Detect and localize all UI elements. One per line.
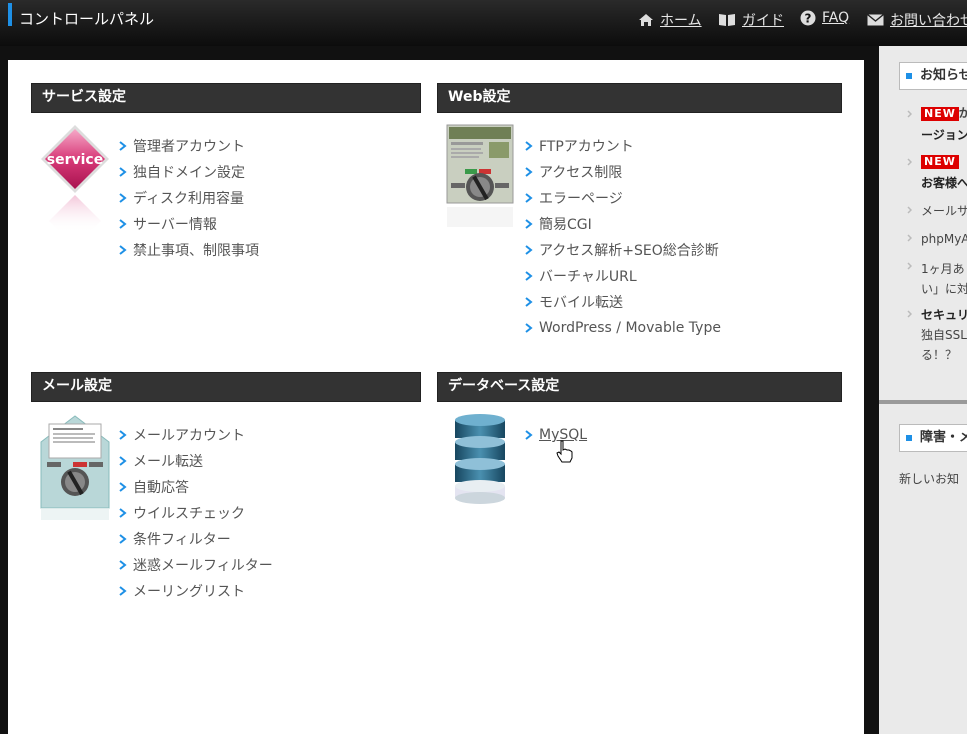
top-bar: コントロールパネル ホーム ガイド ? FAQ お問い合わせ <box>0 0 967 46</box>
chevron-right-icon <box>525 245 533 255</box>
chevron-right-icon <box>525 271 533 281</box>
nav-home-link[interactable]: ホーム <box>638 10 702 30</box>
link-condition-filter[interactable]: 条件フィルター <box>119 526 273 552</box>
section-database: データベース設定 MySQL <box>437 372 842 504</box>
chevron-right-icon <box>119 586 127 596</box>
news-item-5-line2[interactable]: い」に対 <box>921 280 967 297</box>
right-sidebar: お知らせ NEWが ージョン NEW 【 お客様へ メールサ phpMyA 1ヶ… <box>879 46 967 734</box>
chevron-right-icon <box>119 534 127 544</box>
link-virtual-url[interactable]: バーチャルURL <box>525 263 721 289</box>
nav-faq-link[interactable]: ? FAQ <box>800 10 849 26</box>
link-virus-check[interactable]: ウイルスチェック <box>119 500 273 526</box>
chevron-right-icon <box>119 245 127 255</box>
help-icon: ? <box>800 10 816 26</box>
chevron-right-icon <box>907 310 912 318</box>
chevron-right-icon <box>907 206 912 214</box>
chevron-right-icon <box>525 219 533 229</box>
chevron-right-icon <box>119 193 127 203</box>
hand-pointer-cursor-icon <box>556 440 573 463</box>
news-item-6-line3[interactable]: る！？ <box>921 346 957 363</box>
link-mailing-list[interactable]: メーリングリスト <box>119 578 273 604</box>
chevron-right-icon <box>119 482 127 492</box>
database-icon <box>455 414 505 504</box>
news-item-6-line2[interactable]: 独自SSL <box>921 326 967 343</box>
chevron-right-icon <box>525 193 533 203</box>
link-wordpress-movabletype[interactable]: WordPress / Movable Type <box>525 315 721 341</box>
link-auto-reply[interactable]: 自動応答 <box>119 474 273 500</box>
section-mail: メール設定 メールアカウント メール転送 自動応答 ウイルスチェック 条件フィル… <box>31 372 421 600</box>
service-diamond-icon: service <box>41 125 109 233</box>
news-item-1-line2[interactable]: ージョン <box>921 126 967 143</box>
section-header-mail: メール設定 <box>31 372 421 402</box>
web-page-icon <box>446 124 514 227</box>
link-admin-account[interactable]: 管理者アカウント <box>119 133 259 159</box>
news-heading: お知らせ <box>899 62 967 90</box>
section-header-web: Web設定 <box>437 83 842 113</box>
chevron-right-icon <box>907 158 912 166</box>
link-mail-forward[interactable]: メール転送 <box>119 448 273 474</box>
trouble-text: 新しいお知 <box>899 472 960 486</box>
news-item-2[interactable]: NEW 【 <box>921 152 967 169</box>
chevron-right-icon <box>525 167 533 177</box>
section-header-database: データベース設定 <box>437 372 842 402</box>
link-server-info[interactable]: サーバー情報 <box>119 211 259 237</box>
svg-text:service: service <box>47 152 103 168</box>
link-restrictions[interactable]: 禁止事項、制限事項 <box>119 237 259 263</box>
chevron-right-icon <box>119 430 127 440</box>
square-bullet-icon <box>906 73 912 79</box>
chevron-right-icon <box>119 219 127 229</box>
chevron-right-icon <box>907 234 912 242</box>
chevron-right-icon <box>907 110 912 118</box>
section-web: Web設定 FTPアカウント アクセス制限 エラーページ 簡易CGI アクセス解… <box>437 83 842 336</box>
chevron-right-icon <box>525 323 533 333</box>
mail-envelope-icon <box>40 415 110 520</box>
sidebar-divider <box>879 400 967 404</box>
news-item-4[interactable]: phpMyA <box>921 232 967 246</box>
chevron-right-icon <box>119 456 127 466</box>
nav-guide-link[interactable]: ガイド <box>718 10 784 30</box>
chevron-right-icon <box>119 560 127 570</box>
news-item-2-line2[interactable]: お客様へ <box>921 174 967 191</box>
chevron-right-icon <box>119 167 127 177</box>
link-error-page[interactable]: エラーページ <box>525 185 721 211</box>
svg-text:?: ? <box>805 12 812 26</box>
chevron-right-icon <box>119 141 127 151</box>
news-item-5[interactable]: 1ヶ月あ <box>921 260 965 277</box>
chevron-right-icon <box>525 141 533 151</box>
home-icon <box>639 14 653 26</box>
nav-contact-link[interactable]: お問い合わせ <box>867 10 967 30</box>
chevron-right-icon <box>907 262 912 270</box>
link-spam-filter[interactable]: 迷惑メールフィルター <box>119 552 273 578</box>
news-item-1[interactable]: NEW が <box>921 104 967 121</box>
link-ftp-account[interactable]: FTPアカウント <box>525 133 721 159</box>
title-accent-bar <box>8 3 12 26</box>
book-icon <box>719 14 735 26</box>
link-mail-account[interactable]: メールアカウント <box>119 422 273 448</box>
section-service: サービス設定 service 管理者アカウント 独自ドメイン設定 ディスク利用容… <box>31 83 421 259</box>
link-access-restriction[interactable]: アクセス制限 <box>525 159 721 185</box>
chevron-right-icon <box>525 430 533 440</box>
link-access-analysis-seo[interactable]: アクセス解析+SEO総合診断 <box>525 237 721 263</box>
link-mobile-redirect[interactable]: モバイル転送 <box>525 289 721 315</box>
news-item-3[interactable]: メールサ <box>921 202 967 219</box>
mail-icon <box>867 14 884 26</box>
section-header-service: サービス設定 <box>31 83 421 113</box>
link-disk-usage[interactable]: ディスク利用容量 <box>119 185 259 211</box>
news-item-6[interactable]: セキュリ <box>921 306 967 323</box>
trouble-heading: 障害・メ <box>899 424 967 452</box>
link-simple-cgi[interactable]: 簡易CGI <box>525 211 721 237</box>
main-panel: サービス設定 service 管理者アカウント 独自ドメイン設定 ディスク利用容… <box>8 60 864 734</box>
chevron-right-icon <box>525 297 533 307</box>
app-title: コントロールパネル <box>19 10 155 28</box>
link-domain-settings[interactable]: 独自ドメイン設定 <box>119 159 259 185</box>
square-bullet-icon <box>906 435 912 441</box>
chevron-right-icon <box>119 508 127 518</box>
